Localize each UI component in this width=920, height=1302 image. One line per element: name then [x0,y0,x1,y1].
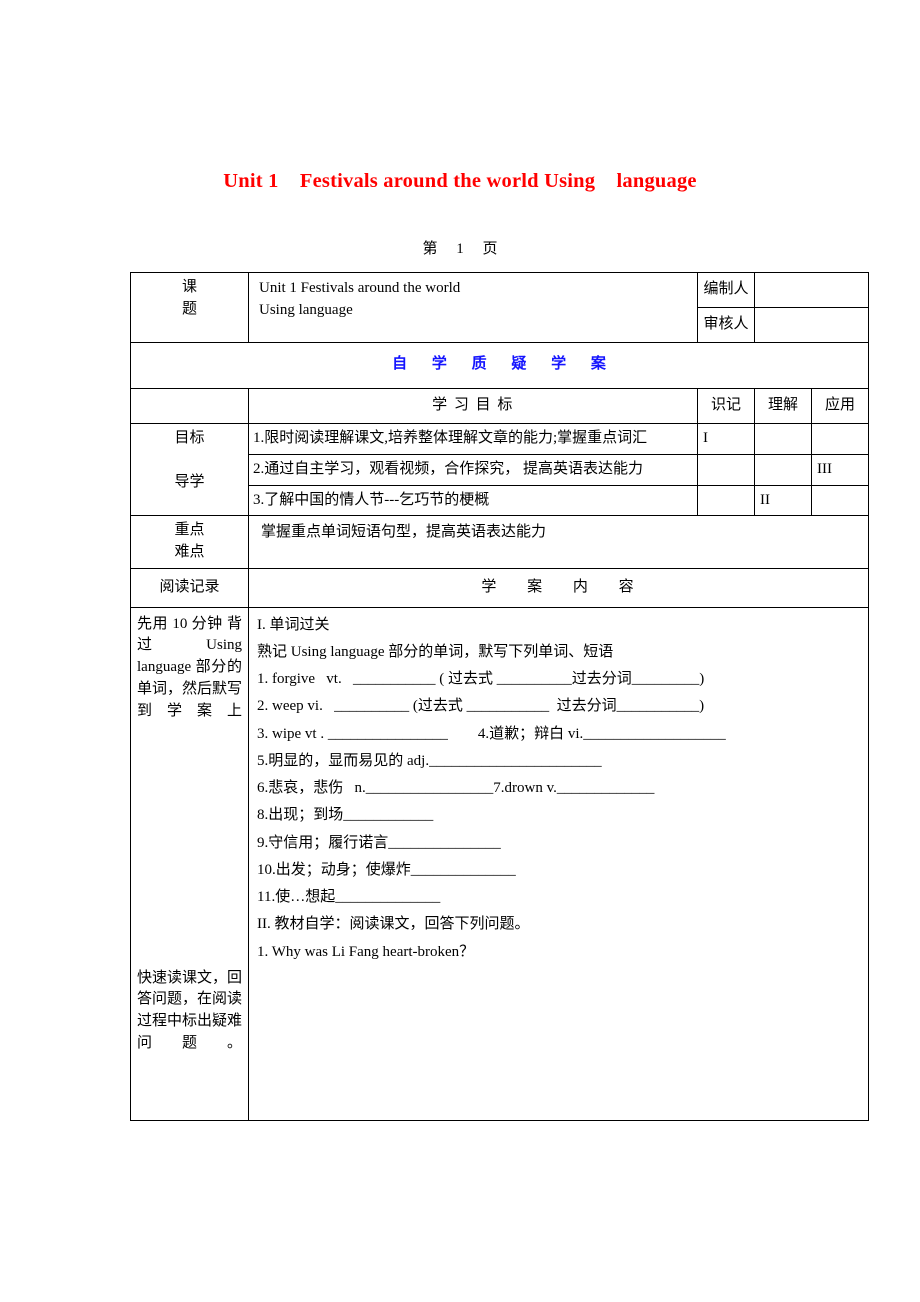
goals-label-spacer [129,388,250,424]
compiler-label: 编制人 [697,272,756,308]
reading-note-1: 先用 10 分钟 背过 Using language 部分的单词，然后默写到学案… [137,615,243,719]
part1-title: I. 单词过关 [257,616,330,633]
compiler-value[interactable] [754,272,870,308]
table-row-key-points: 重点 难点 掌握重点单词短语句型，提高英语表达能力 [129,515,870,569]
vocab-line-4[interactable]: 5.明显的，显而易见的 adj._______________________ [257,751,864,773]
objectives-label: 目标 导学 [129,422,250,517]
vocab-line-9[interactable]: 11.使…想起______________ [257,887,864,909]
reading-notes-column: 先用 10 分钟 背过 Using language 部分的单词，然后默写到学案… [129,606,250,1121]
level-header-apply: 应用 [811,388,870,424]
goal-1-understand [754,423,813,455]
table-row-topic-1: 课 题 Unit 1 Festivals around the world Us… [129,272,870,343]
key-points-text: 掌握重点单词短语句型，提高英语表达能力 [248,515,870,569]
page-title: Unit 1 Festivals around the world Using … [223,170,697,192]
table-row-content-header: 阅读记录 学 案 内 容 [129,567,870,608]
goal-3-recognize [697,484,756,517]
part2-title: II. 教材自学：阅读课文，回答下列问题。 [257,916,530,933]
goal-2-apply: III [811,453,870,486]
goal-text-2: 2.通过自主学习，观看视频，合作探究， 提高英语表达能力 [248,453,699,486]
table-row-content-body: 先用 10 分钟 背过 Using language 部分的单词，然后默写到学案… [129,606,870,1121]
goal-text-3: 3.了解中国的情人节---乞巧节的梗概 [248,484,699,517]
goals-header: 学 习 目 标 [248,388,699,424]
content-header: 学 案 内 容 [248,567,870,608]
table-row-goal-1: 目标 导学 1.限时阅读理解课文,培养整体理解文章的能力;掌握重点词汇 I [129,422,870,517]
worksheet-content-column: I. 单词过关 熟记 Using language 部分的单词，默写下列单词、短… [248,606,870,1121]
vocab-line-2[interactable]: 2. weep vi. __________ (过去式 ___________ … [257,696,864,718]
part1-instruction: 熟记 Using language 部分的单词，默写下列单词、短语 [257,643,614,660]
vocab-line-6[interactable]: 8.出现；到场____________ [257,805,864,827]
part2-question-1[interactable]: 1. Why was Li Fang heart-broken？ [257,942,864,964]
goal-3-apply [811,484,870,517]
topic-label: 课 题 [129,272,250,343]
reviewer-label: 审核人 [697,306,756,343]
goal-text-1: 1.限时阅读理解课文,培养整体理解文章的能力;掌握重点词汇 [248,423,699,455]
self-study-banner: 自 学 质 疑 学 案 [129,341,870,390]
topic-value: Unit 1 Festivals around the world Using … [248,272,699,343]
vocab-line-1[interactable]: 1. forgive vt. ___________ ( 过去式 _______… [257,669,864,691]
goal-2-understand [754,453,813,486]
goal-1-apply [811,423,870,455]
level-header-recognize: 识记 [697,388,756,424]
vocab-line-7[interactable]: 9.守信用；履行诺言_______________ [257,833,864,855]
lesson-plan-table: 课 题 Unit 1 Festivals around the world Us… [129,272,870,1121]
goal-2-recognize [697,453,756,486]
reviewer-value[interactable] [754,306,870,343]
goal-3-understand: II [754,484,813,517]
table-row-banner: 自 学 质 疑 学 案 [129,341,870,390]
page-number: 第 1 页 [422,241,498,257]
vocab-line-5[interactable]: 6.悲哀，悲伤 n._________________7.drown v.___… [257,778,864,800]
key-points-label: 重点 难点 [129,515,250,569]
vocab-line-3[interactable]: 3. wipe vt . ________________ 4.道歉；辩白 vi… [257,724,864,746]
table-row-goals-header: 学 习 目 标 识记 理解 应用 [129,388,870,424]
reading-record-header: 阅读记录 [129,567,250,608]
document-page: Unit 1 Festivals around the world Using … [0,0,920,1302]
vocab-line-8[interactable]: 10.出发；动身；使爆炸______________ [257,860,864,882]
reading-note-2: 快速读课文，回答问题，在阅读过程中标出疑难问题。 [137,969,243,1051]
level-header-understand: 理解 [754,388,813,424]
goal-1-recognize: I [697,423,756,455]
